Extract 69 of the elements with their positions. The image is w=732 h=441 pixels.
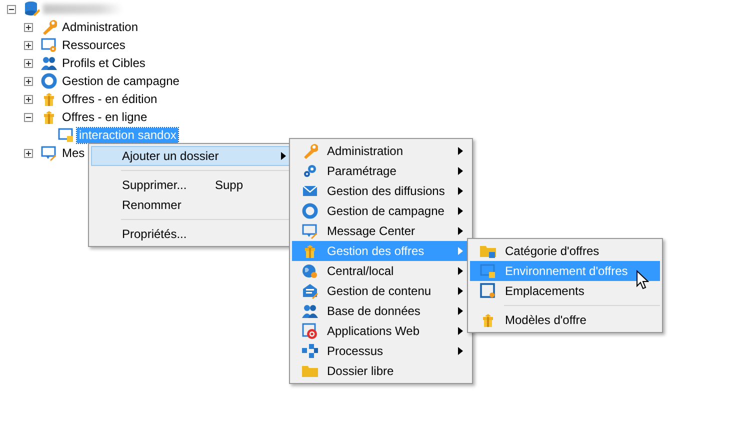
menu-item[interactable]: Administration — [292, 141, 470, 161]
submenu-arrow-icon — [458, 227, 463, 235]
submenu-arrow-icon — [458, 167, 463, 175]
menu-item[interactable]: Supprimer... Supp — [91, 175, 293, 195]
menu-item[interactable]: Gestion des diffusions — [292, 181, 470, 201]
tree-item[interactable]: Offres - en ligne — [60, 110, 150, 124]
gift-icon — [41, 109, 57, 125]
menu-item[interactable]: Paramétrage — [292, 161, 470, 181]
monitor-gift-icon — [480, 263, 496, 279]
gift-icon — [41, 91, 57, 107]
submenu-arrow-icon — [458, 347, 463, 355]
expand-toggle[interactable] — [24, 22, 33, 32]
gift-icon — [302, 243, 318, 259]
submenu-arrow-icon — [458, 147, 463, 155]
tree-item[interactable]: Profils et Cibles — [60, 56, 148, 70]
wrench-icon — [41, 19, 57, 35]
menu-item[interactable]: Catégorie d'offres — [470, 241, 660, 261]
menu-item[interactable]: Renommer — [91, 195, 293, 215]
tree-item[interactable]: Mes — [60, 146, 87, 160]
menu-item[interactable]: Modèles d'offre — [470, 310, 660, 330]
tree-item[interactable]: Administration — [60, 20, 140, 34]
tree-item[interactable]: Gestion de campagne — [60, 74, 182, 88]
monitor-wrench-icon — [302, 223, 318, 239]
tree-item[interactable]: Offres - en édition — [60, 92, 160, 106]
expand-toggle[interactable] — [24, 58, 33, 68]
submenu-arrow-icon — [458, 247, 463, 255]
submenu-arrow-icon — [458, 187, 463, 195]
submenu-arrow-icon — [458, 287, 463, 295]
menu-item[interactable]: Gestion de contenu — [292, 281, 470, 301]
submenu-arrow-icon — [281, 152, 286, 160]
monitor-wrench-icon — [41, 145, 57, 161]
lifebuoy-icon — [41, 73, 57, 89]
lifebuoy-icon — [302, 203, 318, 219]
wrench-icon — [302, 143, 318, 159]
monitor-gear-icon — [41, 37, 57, 53]
menu-item[interactable]: Central/local — [292, 261, 470, 281]
menu-item[interactable]: Message Center — [292, 221, 470, 241]
expand-toggle[interactable] — [24, 112, 33, 122]
folder-icon — [302, 363, 318, 379]
menu-item[interactable]: Base de données — [292, 301, 470, 321]
expand-toggle[interactable] — [7, 4, 16, 14]
globe-icon — [302, 263, 318, 279]
submenu-arrow-icon — [458, 207, 463, 215]
submenu-arrow-icon — [458, 267, 463, 275]
tree-item[interactable]: Ressources — [60, 38, 128, 52]
document-icon — [302, 283, 318, 299]
expand-toggle[interactable] — [24, 148, 33, 158]
gears-icon — [302, 163, 318, 179]
folder-gift-icon — [480, 243, 496, 259]
gift-icon — [480, 312, 496, 328]
menu-item[interactable]: Processus — [292, 341, 470, 361]
menu-item[interactable]: Gestion de campagne — [292, 201, 470, 221]
people-icon — [41, 55, 57, 71]
menu-item[interactable]: Dossier libre — [292, 361, 470, 381]
process-icon — [302, 343, 318, 359]
expand-toggle[interactable] — [24, 40, 33, 50]
expand-toggle[interactable] — [24, 76, 33, 86]
submenu-arrow-icon — [458, 307, 463, 315]
submenu-arrow-icon — [458, 327, 463, 335]
monitor-gift-icon — [58, 127, 74, 143]
expand-toggle[interactable] — [24, 94, 33, 104]
monitor-pin-icon — [480, 283, 496, 299]
people-icon — [302, 303, 318, 319]
envelope-icon — [302, 183, 318, 199]
database-icon — [24, 1, 40, 17]
menu-item[interactable]: Applications Web — [292, 321, 470, 341]
web-app-icon — [302, 323, 318, 339]
menu-item[interactable]: Propriétés... — [91, 224, 293, 244]
mouse-pointer-icon — [636, 270, 649, 290]
